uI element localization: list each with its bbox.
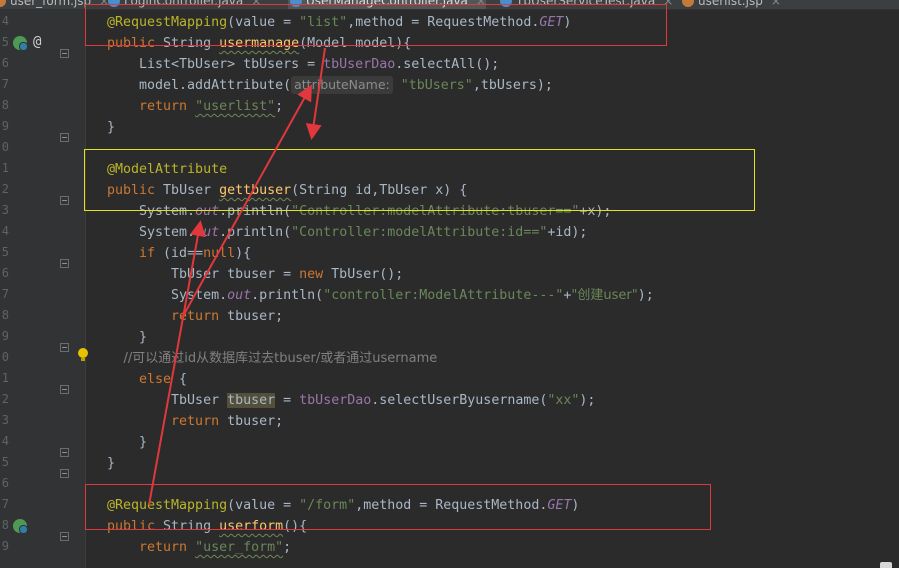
code-line[interactable]: if (id==null){ (107, 243, 251, 264)
fold-marker-icon[interactable] (60, 385, 69, 394)
line-number: 6 (1, 476, 9, 490)
line-number: 2 (1, 182, 9, 196)
jsp-file-icon (682, 0, 694, 7)
fold-marker-icon[interactable] (60, 448, 69, 457)
code-line[interactable]: } (107, 432, 147, 453)
code-line[interactable]: } (107, 327, 147, 348)
highlight-box-form-mapping (85, 484, 711, 530)
code-line[interactable]: return "userlist"; (107, 96, 283, 117)
line-number: 4 (1, 14, 9, 28)
scroll-marker[interactable] (880, 562, 892, 568)
line-number: 0 (1, 140, 9, 154)
line-number: 1 (1, 371, 9, 385)
line-number: 9 (1, 539, 9, 553)
fold-marker-icon[interactable] (60, 259, 69, 268)
highlight-box-list-mapping (85, 4, 667, 46)
line-number: 9 (1, 329, 9, 343)
line-number: 5 (1, 455, 9, 469)
code-line[interactable]: List<TbUser> tbUsers = tbUserDao.selectA… (107, 54, 499, 75)
code-line[interactable]: TbUser tbuser = new TbUser(); (107, 264, 403, 285)
code-line[interactable]: //可以通过id从数据库过去tbuser/或者通过username (107, 348, 438, 369)
line-number: 7 (1, 497, 9, 511)
code-line[interactable]: model.addAttribute(attributeName: "tbUse… (107, 75, 553, 96)
line-number: 5 (1, 245, 9, 259)
jsp-file-icon (0, 0, 6, 7)
editor-gutter: 4 5 6 7 8 9 0 1 2 3 4 5 6 7 8 9 0 1 2 3 … (0, 10, 85, 568)
line-number: 3 (1, 203, 9, 217)
line-number: 8 (1, 98, 9, 112)
line-number: 4 (1, 434, 9, 448)
code-line[interactable]: return tbuser; (107, 306, 283, 327)
line-number: 7 (1, 77, 9, 91)
highlight-box-model-attribute (84, 149, 755, 211)
line-number: 2 (1, 392, 9, 406)
code-line[interactable]: else { (107, 369, 187, 390)
line-number: 9 (1, 119, 9, 133)
fold-marker-icon[interactable] (60, 343, 69, 352)
code-line[interactable]: System.out.println("Controller:modelAttr… (107, 222, 587, 243)
parameter-hint: attributeName: (291, 76, 393, 94)
line-number: 4 (1, 224, 9, 238)
line-number: 6 (1, 56, 9, 70)
line-number: 8 (1, 518, 9, 532)
fold-marker-icon[interactable] (60, 469, 69, 478)
line-number: 5 (1, 35, 9, 49)
code-line[interactable]: } (107, 453, 115, 474)
fold-marker-icon[interactable] (60, 532, 69, 541)
lightbulb-icon[interactable] (78, 348, 88, 361)
request-mapping-at-icon[interactable]: @ (33, 32, 41, 53)
code-line[interactable]: System.out.println("controller:ModelAttr… (107, 285, 654, 306)
line-number: 7 (1, 287, 9, 301)
code-line[interactable]: return "user_form"; (107, 537, 291, 558)
fold-marker-icon[interactable] (60, 49, 69, 58)
line-number: 1 (1, 161, 9, 175)
code-line[interactable]: TbUser tbuser = tbUserDao.selectUserByus… (107, 390, 595, 411)
close-icon[interactable]: × (771, 0, 781, 8)
fold-marker-icon[interactable] (60, 196, 69, 205)
line-number: 8 (1, 308, 9, 322)
line-number: 3 (1, 413, 9, 427)
line-number: 6 (1, 266, 9, 280)
fold-marker-icon[interactable] (60, 133, 69, 142)
run-config-icon[interactable] (13, 519, 28, 534)
line-number: 0 (1, 350, 9, 364)
code-line[interactable]: } (107, 117, 115, 138)
run-config-icon[interactable] (13, 36, 28, 51)
tab-userlist-jsp[interactable]: userlist.jsp × (680, 0, 781, 9)
code-line[interactable]: return tbuser; (107, 411, 283, 432)
